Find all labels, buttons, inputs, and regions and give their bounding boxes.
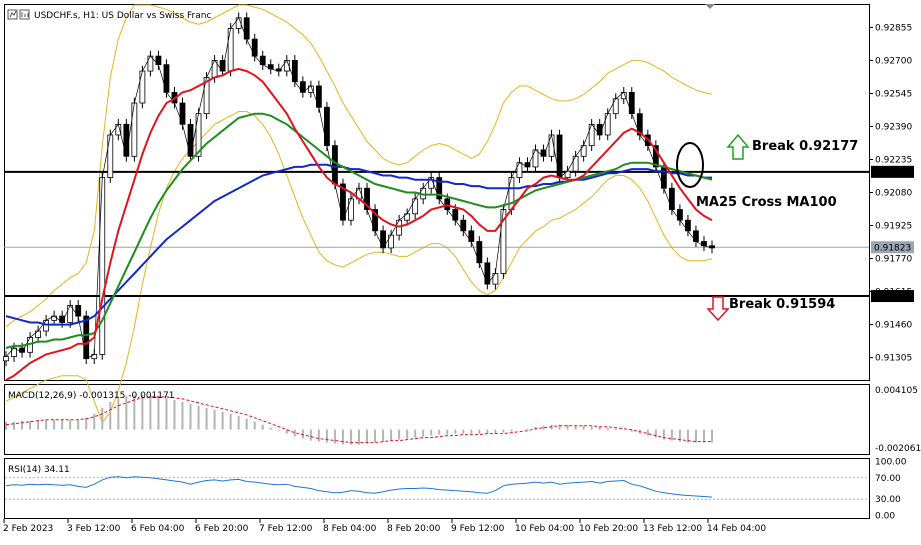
time-axis-label: 9 Feb 12:00 <box>451 524 505 534</box>
price-axis-label: 0.92235 <box>875 155 912 165</box>
rsi-axis-label: 30.00 <box>875 495 901 505</box>
time-axis-label: 6 Feb 20:00 <box>195 524 249 534</box>
level-label-upper: 0.92177 <box>874 168 911 178</box>
candle-body <box>604 113 611 136</box>
price-axis-label: 0.92390 <box>875 122 912 132</box>
candle-body <box>243 17 250 40</box>
candle-body <box>564 170 571 178</box>
candle-body <box>43 319 50 332</box>
time-axis-label: 10 Feb 20:00 <box>579 524 638 534</box>
candle-body <box>516 162 523 178</box>
macd-header: MACD(12,26,9) -0.001315 -0.001171 <box>8 391 174 401</box>
price-axis-label: 0.92080 <box>875 189 912 199</box>
candle-body <box>685 219 691 232</box>
candle-body <box>139 70 146 104</box>
candle-body <box>476 241 483 264</box>
time-axis: 2 Feb 2023 3 Feb 12:00 6 Feb 04:00 6 Feb 20… <box>3 519 766 534</box>
candle-body <box>628 91 635 115</box>
candle-body <box>3 356 9 362</box>
time-axis-label: 10 Feb 04:00 <box>515 524 574 534</box>
rsi-axis-label: 100.00 <box>875 458 907 468</box>
time-axis-label: 8 Feb 20:00 <box>387 524 441 534</box>
chart-window: 0.004105 -0.002061 100.00 70.00 30.00 0.00 0… <box>0 0 921 541</box>
candle-body <box>693 230 699 242</box>
break-down-label: Break 0.91594 <box>729 297 835 312</box>
time-axis-label: 2 Feb 2023 <box>3 524 53 534</box>
macd-axis-label: -0.002061 <box>875 444 921 454</box>
price-axis-label: 0.92545 <box>875 89 912 99</box>
candle-body <box>556 134 563 178</box>
price-axis: 0.92855 0.92700 0.92545 0.92390 0.92235 0.920… <box>869 23 914 364</box>
rsi-axis-label: 0.00 <box>875 511 895 521</box>
candle-body <box>259 55 266 66</box>
time-axis-label: 3 Feb 12:00 <box>67 524 121 534</box>
candle-body <box>83 315 90 360</box>
time-axis-label: 14 Feb 04:00 <box>707 524 766 534</box>
price-axis-label: 0.92700 <box>875 56 912 66</box>
candle-body <box>452 209 459 221</box>
rsi-pane[interactable] <box>4 458 870 519</box>
price-axis-label: 0.91460 <box>875 321 912 331</box>
candle-body <box>388 234 394 249</box>
candle-body <box>315 85 322 108</box>
candle-body <box>115 123 122 136</box>
candle-body <box>444 198 451 210</box>
candle-body <box>532 149 539 168</box>
price-axis-label: 0.91305 <box>875 354 912 364</box>
candle-body <box>588 123 595 147</box>
chart-canvas: 0.004105 -0.002061 100.00 70.00 30.00 0.00 0… <box>3 4 921 534</box>
candle-body <box>677 209 683 221</box>
candle-body <box>187 123 194 157</box>
candle-body <box>131 102 138 157</box>
level-label-lower: 0.91594 <box>874 292 911 302</box>
candle-body <box>508 177 515 210</box>
price-axis-label: 0.91925 <box>875 222 912 232</box>
time-axis-label: 6 Feb 04:00 <box>131 524 185 534</box>
candle-body <box>332 145 338 185</box>
ma-cross-label: MA25 Cross MA100 <box>696 195 837 210</box>
candle-body <box>324 106 330 147</box>
candle-body <box>572 155 579 172</box>
symbol-title: USDCHF.s, H1: US Dollar vs Swiss Franc <box>34 11 211 21</box>
candle-body <box>484 262 491 285</box>
candle-body <box>460 219 467 232</box>
candle-body <box>99 177 106 355</box>
rsi-axis-label: 70.00 <box>875 474 901 484</box>
price-axis-label: 0.91770 <box>875 255 912 265</box>
rsi-header: RSI(14) 34.11 <box>8 465 70 475</box>
candle-body <box>668 187 675 210</box>
price-axis-label: 0.92855 <box>875 23 912 33</box>
current-price-label: 0.91823 <box>874 243 911 253</box>
symbol-header[interactable]: USDCHF.s, H1: US Dollar vs Swiss Franc <box>7 9 211 21</box>
candle-body <box>348 198 354 221</box>
candle-body <box>163 64 170 93</box>
break-up-label: Break 0.92177 <box>752 139 858 154</box>
candle-body <box>35 330 41 338</box>
candle-body <box>580 145 587 157</box>
candle-body <box>227 28 234 72</box>
candle-body <box>179 102 186 125</box>
candle-body <box>155 55 162 66</box>
candle-body <box>291 59 298 83</box>
candle-body <box>492 273 499 285</box>
candle-body <box>660 166 667 189</box>
time-axis-label: 7 Feb 12:00 <box>259 524 313 534</box>
time-axis-label: 13 Feb 12:00 <box>643 524 702 534</box>
candle-body <box>412 198 419 215</box>
candle-body <box>107 134 114 178</box>
candle-body <box>612 98 619 115</box>
candle-body <box>123 123 130 157</box>
macd-axis-label: 0.004105 <box>875 386 918 396</box>
time-axis-label: 8 Feb 04:00 <box>323 524 377 534</box>
candle-body <box>468 230 475 242</box>
candle-body <box>251 38 258 57</box>
candle-body <box>75 305 82 317</box>
candle-body <box>396 219 403 236</box>
